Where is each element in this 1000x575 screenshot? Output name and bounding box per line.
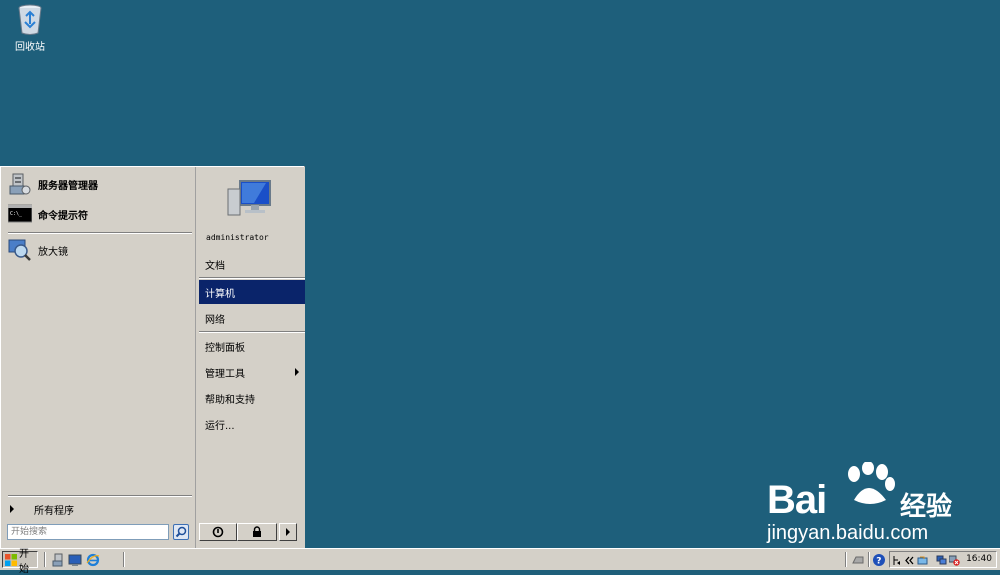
watermark-brand: Bai bbox=[767, 478, 827, 522]
places-separator bbox=[199, 331, 305, 333]
places-item-label: 文档 bbox=[205, 260, 225, 272]
watermark-brand-cn: 经验 bbox=[900, 492, 953, 522]
user-name: administrator bbox=[206, 233, 269, 242]
user-picture-icon[interactable] bbox=[226, 177, 274, 221]
places-item-label: 管理工具 bbox=[205, 368, 245, 380]
shutdown-button[interactable] bbox=[199, 523, 237, 541]
magnifier-icon bbox=[8, 238, 32, 262]
places-separator bbox=[199, 277, 305, 279]
svg-text:C:\_: C:\_ bbox=[10, 211, 23, 217]
watermark-site: jingyan.baidu.com bbox=[767, 522, 929, 544]
pinned-item-label: 命令提示符 bbox=[38, 210, 88, 222]
shutdown-options-button[interactable] bbox=[279, 523, 297, 541]
search-button[interactable] bbox=[173, 524, 189, 540]
start-menu-programs-pane: 服务器管理器 C:\_ 命令提示符 放大镜 所有程序 开始搜索 bbox=[2, 167, 194, 549]
arrow-right-icon bbox=[286, 528, 290, 536]
network-icon[interactable] bbox=[936, 555, 947, 566]
help-icon[interactable]: ? bbox=[872, 553, 886, 567]
language-bar-icon[interactable] bbox=[892, 555, 903, 566]
places-item-run[interactable]: 运行... bbox=[199, 412, 305, 436]
recycle-bin-shortcut[interactable]: 回收站 bbox=[10, 2, 50, 53]
power-icon bbox=[212, 526, 224, 538]
places-item-label: 网络 bbox=[205, 314, 225, 326]
lock-icon bbox=[253, 526, 261, 537]
server-manager-icon bbox=[8, 172, 32, 196]
command-prompt-icon: C:\_ bbox=[7, 202, 33, 226]
taskbar-separator bbox=[123, 552, 125, 567]
lock-button[interactable] bbox=[237, 523, 277, 541]
all-programs-arrow-icon bbox=[10, 505, 14, 513]
server-manager-icon[interactable] bbox=[52, 553, 66, 567]
search-icon bbox=[175, 526, 187, 538]
taskbar-separator bbox=[845, 552, 847, 567]
recycle-bin-icon bbox=[17, 2, 43, 36]
clock[interactable]: 16:40 bbox=[966, 554, 992, 564]
places-item-label: 计算机 bbox=[205, 288, 235, 300]
submenu-arrow-icon bbox=[295, 368, 299, 376]
taskbar: 开始 ? 16:40 bbox=[0, 548, 1000, 575]
places-item-network[interactable]: 网络 bbox=[199, 306, 305, 330]
places-item-computer[interactable]: 计算机 bbox=[199, 280, 305, 304]
all-programs-separator bbox=[8, 495, 192, 497]
places-item-label: 控制面板 bbox=[205, 342, 245, 354]
taskbar-separator bbox=[44, 552, 46, 567]
pinned-separator bbox=[8, 232, 192, 234]
places-item-admin-tools[interactable]: 管理工具 bbox=[199, 360, 305, 384]
all-programs-button[interactable]: 所有程序 bbox=[8, 501, 188, 517]
all-programs-label: 所有程序 bbox=[34, 505, 74, 517]
places-item-control-panel[interactable]: 控制面板 bbox=[199, 334, 305, 358]
network-error-icon[interactable] bbox=[948, 555, 960, 566]
svg-text:?: ? bbox=[876, 557, 881, 567]
start-menu: 服务器管理器 C:\_ 命令提示符 放大镜 所有程序 开始搜索 administ… bbox=[0, 166, 305, 549]
places-item-label: 帮助和支持 bbox=[205, 394, 255, 406]
recent-item-magnifier[interactable]: 放大镜 bbox=[8, 237, 188, 263]
places-item-help-support[interactable]: 帮助和支持 bbox=[199, 386, 305, 410]
start-button[interactable]: 开始 bbox=[2, 549, 38, 575]
pinned-item-server-manager[interactable]: 服务器管理器 bbox=[8, 171, 188, 197]
system-tray: 16:40 bbox=[889, 551, 997, 568]
update-icon[interactable] bbox=[917, 555, 928, 566]
baidu-watermark: Bai 经验 jingyan.baidu.com bbox=[765, 462, 995, 552]
keyboard-icon[interactable] bbox=[851, 553, 865, 567]
windows-logo-icon bbox=[5, 553, 17, 566]
places-item-documents[interactable]: 文档 bbox=[199, 252, 305, 276]
pinned-item-label: 服务器管理器 bbox=[38, 180, 98, 192]
chevron-left-icon[interactable] bbox=[904, 555, 915, 566]
recent-item-label: 放大镜 bbox=[38, 246, 68, 258]
start-label: 开始 bbox=[19, 548, 29, 575]
taskbar-separator bbox=[868, 552, 870, 567]
places-item-label: 运行... bbox=[205, 420, 235, 432]
pinned-item-command-prompt[interactable]: C:\_ 命令提示符 bbox=[7, 201, 188, 227]
show-desktop-icon[interactable] bbox=[68, 553, 82, 567]
paw-logo-icon bbox=[848, 462, 895, 504]
internet-explorer-icon[interactable] bbox=[86, 553, 100, 567]
start-menu-places-pane: administrator 文档 计算机 网络 控制面板 管理工具 帮助和支持 … bbox=[195, 167, 305, 549]
start-search-input[interactable]: 开始搜索 bbox=[7, 524, 169, 540]
recycle-bin-label: 回收站 bbox=[15, 42, 45, 53]
